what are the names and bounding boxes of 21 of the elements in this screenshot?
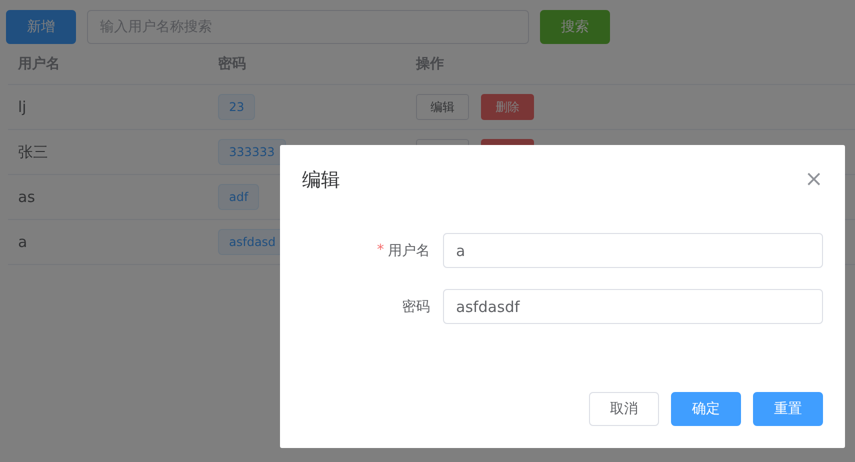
password-tag: 333333 — [218, 139, 286, 165]
dialog-button[interactable]: 重置 — [753, 392, 823, 426]
dialog-button[interactable]: 确定 — [671, 392, 741, 426]
input-field[interactable]: a — [443, 233, 823, 268]
username-cell-text: lj — [18, 98, 28, 116]
add-button[interactable]: 新增 — [6, 10, 76, 44]
username-cell-text: as — [18, 188, 36, 206]
dialog-title: 编辑 — [302, 168, 340, 193]
search-button[interactable]: 搜索 — [540, 10, 610, 44]
dialog-button[interactable]: 取消 — [589, 392, 659, 426]
username-cell-text: 张三 — [18, 142, 49, 162]
password-tag: adf — [218, 184, 260, 210]
input-field[interactable]: asfdasdf — [443, 289, 823, 324]
delete-button[interactable]: 删除 — [481, 94, 534, 120]
username-cell-text: a — [18, 233, 28, 251]
required-mark: * — [377, 242, 384, 260]
edit-button[interactable]: 编辑 — [416, 94, 469, 120]
field-label: 用户名 — [388, 242, 430, 260]
password-tag: 23 — [218, 94, 256, 120]
close-button[interactable]: × — [804, 169, 823, 191]
field-label: 密码 — [402, 298, 430, 316]
